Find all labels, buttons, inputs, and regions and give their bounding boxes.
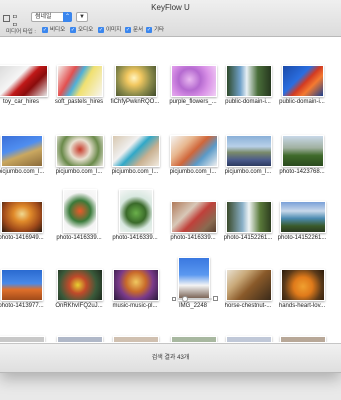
media-thumbnail[interactable]	[0, 336, 45, 342]
media-thumbnail[interactable]	[115, 65, 157, 97]
media-thumbnail[interactable]	[171, 65, 217, 97]
small-thumb-icon	[172, 297, 176, 301]
checkmark-icon: ✓	[42, 27, 48, 33]
media-thumbnail[interactable]	[63, 189, 97, 233]
sort-arrow-icon: ▼	[79, 14, 85, 20]
media-filename: music-music-pl...	[112, 303, 158, 309]
media-thumbnail[interactable]	[57, 65, 103, 97]
media-thumbnail[interactable]	[178, 257, 210, 301]
media-thumbnail[interactable]	[226, 65, 272, 97]
checkmark-icon: ✓	[146, 27, 152, 33]
media-filename: picjumbo.com_l...	[55, 169, 103, 175]
media-filename: OnRKhvIFQ2uJ...	[55, 303, 103, 309]
filter-document-checkbox[interactable]: ✓ 문서	[125, 27, 143, 34]
media-thumbnail[interactable]	[56, 135, 104, 167]
media-thumbnail[interactable]	[1, 135, 43, 167]
media-type-filter-bar: 미디어 타입 : ✓ 비디오 ✓ 오디오 ✓ 이미지 ✓ 문서 ✓ 기타	[0, 26, 341, 36]
media-filename: picjumbo.com_l...	[169, 169, 217, 175]
filter-other-label: 기타	[154, 27, 165, 33]
media-thumbnail[interactable]	[226, 135, 272, 167]
media-filename: photo-14152261...	[223, 235, 273, 241]
media-thumbnail[interactable]	[112, 135, 160, 167]
view-mode-select[interactable]: 썸네일 ⌃	[31, 12, 72, 22]
media-thumbnail[interactable]	[282, 135, 324, 167]
media-thumbnail[interactable]	[280, 201, 326, 233]
media-grid: toy_car_hires soft_pastels_hires fiChfyPwk…	[0, 37, 341, 342]
checkmark-icon: ✓	[70, 27, 76, 33]
media-thumbnail[interactable]	[226, 336, 272, 342]
thumbnail-size-slider[interactable]	[172, 296, 218, 302]
media-filename: picjumbo.com_l...	[111, 169, 159, 175]
media-filename: photo-1413977...	[0, 303, 44, 309]
filter-audio-label: 오디오	[78, 27, 94, 33]
media-thumbnail[interactable]	[113, 269, 159, 301]
media-filename: public-domain-i...	[225, 99, 271, 105]
media-thumbnail[interactable]	[281, 269, 325, 301]
media-thumbnail[interactable]	[170, 135, 218, 167]
filter-image-label: 이미지	[106, 27, 122, 33]
media-filename: horse-chestnut-...	[224, 303, 272, 309]
media-filename: photo-14152261...	[277, 235, 327, 241]
window-title: KeyFlow U	[151, 3, 190, 12]
media-thumbnail[interactable]	[119, 189, 153, 233]
filter-video-label: 비디오	[50, 27, 66, 33]
filter-audio-checkbox[interactable]: ✓ 오디오	[70, 27, 93, 34]
media-thumbnail[interactable]	[57, 336, 103, 342]
media-filename: photo-1423768...	[279, 169, 325, 175]
title-bar: KeyFlow U ㅁㅁ 썸네일 ⌃ ▼ 미디어 타입 : ✓ 비디오 ✓ 오디오 …	[0, 0, 341, 37]
media-filename: toy_car_hires	[2, 99, 40, 105]
media-thumbnail[interactable]	[0, 65, 48, 97]
media-filename: photo-1416339...	[56, 235, 102, 241]
media-filename: hands-heart-lov...	[278, 303, 326, 309]
sort-order-button[interactable]: ▼	[76, 12, 88, 22]
media-filename: photo-1416949...	[0, 235, 44, 241]
media-type-label: 미디어 타입 :	[6, 29, 36, 35]
filter-document-label: 문서	[133, 27, 144, 33]
result-count: 검색 결과 43개	[151, 355, 190, 361]
view-mode-value: 썸네일	[35, 14, 52, 20]
app-window: KeyFlow U ㅁㅁ 썸네일 ⌃ ▼ 미디어 타입 : ✓ 비디오 ✓ 오디오 …	[0, 0, 341, 373]
filter-video-checkbox[interactable]: ✓ 비디오	[42, 27, 65, 34]
media-filename: IMG_2248	[178, 303, 208, 309]
media-filename: public-domain-i...	[279, 99, 325, 105]
large-thumb-icon	[213, 296, 218, 301]
media-thumbnail[interactable]	[280, 336, 326, 342]
media-thumbnail[interactable]	[113, 336, 159, 342]
media-filename: picjumbo.com_l...	[224, 169, 272, 175]
filter-other-checkbox[interactable]: ✓ 기타	[146, 27, 164, 34]
layout-toggle-button[interactable]: ㅁㅁ	[3, 14, 18, 29]
media-filename: purple_flowers_...	[169, 99, 217, 105]
checkmark-icon: ✓	[98, 27, 104, 33]
media-thumbnail[interactable]	[171, 336, 217, 342]
status-bar: 검색 결과 43개	[0, 343, 341, 372]
checkmark-icon: ✓	[125, 27, 131, 33]
media-filename: picjumbo.com_l...	[0, 169, 45, 175]
filter-image-checkbox[interactable]: ✓ 이미지	[98, 27, 121, 34]
media-thumbnail[interactable]	[226, 269, 272, 301]
media-filename: photo-1416339...	[170, 235, 216, 241]
media-thumbnail[interactable]	[171, 201, 217, 233]
media-filename: soft_pastels_hires	[54, 99, 104, 105]
media-filename: photo-1416339...	[112, 235, 158, 241]
grid-view-icon	[3, 15, 10, 22]
media-thumbnail[interactable]	[1, 201, 43, 233]
media-thumbnail[interactable]	[282, 65, 324, 97]
chevron-down-icon: ⌃	[63, 12, 72, 22]
slider-knob[interactable]	[182, 296, 188, 302]
media-thumbnail[interactable]	[57, 269, 103, 301]
media-thumbnail[interactable]	[226, 201, 272, 233]
media-filename: fiChfyPwknRQO...	[110, 99, 160, 105]
media-thumbnail[interactable]	[1, 269, 43, 301]
